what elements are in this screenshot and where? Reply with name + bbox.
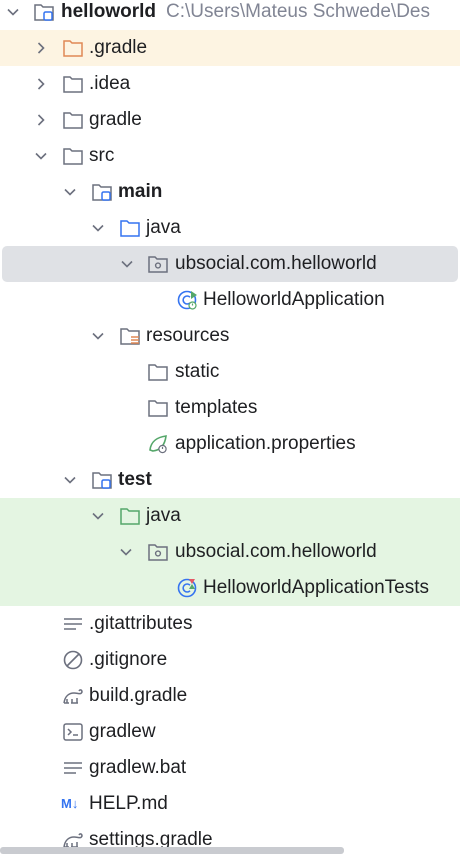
chevron-down-icon[interactable] (119, 545, 133, 559)
folder-icon (147, 397, 169, 419)
tree-item-label: ubsocial.com.helloworld (175, 253, 377, 274)
tree-item-label: static (175, 361, 220, 382)
tree-item-gradlew-bat[interactable]: gradlew.bat (0, 750, 460, 786)
chevron-down-icon[interactable] (120, 257, 134, 271)
tree-item-label: .gitattributes (89, 613, 193, 634)
tree-item-dot-gradle[interactable]: .gradle (0, 30, 460, 66)
module-folder-icon (91, 181, 113, 203)
module-folder-icon (33, 1, 55, 23)
chevron-down-icon[interactable] (91, 221, 105, 235)
chevron-right-icon[interactable] (34, 41, 48, 55)
chevron-down-icon[interactable] (63, 185, 77, 199)
tree-item-label: main (118, 181, 163, 202)
tree-item-label: gradle (89, 109, 142, 130)
tree-item-helloworld-application[interactable]: HelloworldApplication (0, 282, 460, 318)
text-file-icon (62, 613, 84, 635)
test-folder-icon (119, 505, 141, 527)
tree-item-src[interactable]: src (0, 138, 460, 174)
chevron-right-icon[interactable] (34, 77, 48, 91)
folder-icon (62, 73, 84, 95)
tree-item-templates[interactable]: templates (0, 390, 460, 426)
tree-item-label: gradlew (89, 721, 156, 742)
spring-boot-class-icon (176, 289, 198, 311)
tree-item-package-main[interactable]: ubsocial.com.helloworld (2, 246, 458, 282)
ignore-file-icon (62, 649, 84, 671)
tree-item-java-test[interactable]: java (0, 498, 460, 534)
tree-item-application-properties[interactable]: application.properties (0, 426, 460, 462)
chevron-down-icon[interactable] (63, 473, 77, 487)
package-icon (147, 253, 169, 275)
tree-item-label: java (146, 505, 181, 526)
folder-icon (147, 361, 169, 383)
tree-item-gitattributes[interactable]: .gitattributes (0, 606, 460, 642)
terminal-icon (62, 721, 84, 743)
tree-item-label: test (118, 469, 152, 490)
tree-item-label: templates (175, 397, 258, 418)
test-class-icon (176, 577, 198, 599)
tree-item-resources[interactable]: resources (0, 318, 460, 354)
horizontal-scrollbar[interactable] (0, 847, 460, 856)
tree-item-label: .idea (89, 73, 131, 94)
module-folder-icon (91, 469, 113, 491)
tree-item-label: .gitignore (89, 649, 168, 670)
tree-item-label: src (89, 145, 115, 166)
folder-icon (62, 109, 84, 131)
chevron-right-icon[interactable] (34, 113, 48, 127)
tree-item-main[interactable]: main (0, 174, 460, 210)
tree-item-label: build.gradle (89, 685, 188, 706)
folder-icon (62, 37, 84, 59)
tree-item-label: gradlew.bat (89, 757, 187, 778)
tree-item-label: ubsocial.com.helloworld (175, 541, 377, 562)
tree-item-label: helloworld (61, 1, 156, 22)
tree-item-gitignore[interactable]: .gitignore (0, 642, 460, 678)
tree-item-label: HELP.md (89, 793, 168, 814)
tree-item-label: HelloworldApplicationTests (203, 577, 429, 598)
chevron-down-icon[interactable] (91, 509, 105, 523)
tree-item-java-main[interactable]: java (0, 210, 460, 246)
tree-item-package-test[interactable]: ubsocial.com.helloworld (0, 534, 460, 570)
tree-item-gradle[interactable]: gradle (0, 102, 460, 138)
chevron-down-icon[interactable] (34, 149, 48, 163)
tree-item-label: HelloworldApplication (203, 289, 385, 310)
tree-item-gradlew[interactable]: gradlew (0, 714, 460, 750)
spring-properties-icon (147, 433, 169, 455)
gradle-icon (62, 685, 84, 707)
tree-item-helloworld[interactable]: helloworld C:\Users\Mateus Schwede\Des (0, 0, 460, 30)
tree-item-label: java (146, 217, 181, 238)
project-tree: helloworld C:\Users\Mateus Schwede\Des .g… (0, 0, 460, 856)
scrollbar-thumb[interactable] (0, 847, 344, 854)
tree-item-helloworld-application-tests[interactable]: HelloworldApplicationTests (0, 570, 460, 606)
tree-item-label: resources (146, 325, 230, 346)
tree-item-label: .gradle (89, 37, 148, 58)
folder-icon (62, 145, 84, 167)
resources-folder-icon (119, 325, 141, 347)
tree-item-dot-idea[interactable]: .idea (0, 66, 460, 102)
package-icon (147, 541, 169, 563)
tree-item-test[interactable]: test (0, 462, 460, 498)
source-folder-icon (119, 217, 141, 239)
markdown-icon: M↓ (61, 796, 79, 811)
tree-item-help-md[interactable]: M↓ HELP.md (0, 786, 460, 822)
chevron-down-icon[interactable] (6, 5, 20, 19)
chevron-down-icon[interactable] (91, 329, 105, 343)
tree-item-build-gradle[interactable]: build.gradle (0, 678, 460, 714)
project-path: C:\Users\Mateus Schwede\Des (166, 1, 430, 22)
tree-item-static[interactable]: static (0, 354, 460, 390)
text-file-icon (62, 757, 84, 779)
tree-item-label: application.properties (175, 433, 356, 454)
